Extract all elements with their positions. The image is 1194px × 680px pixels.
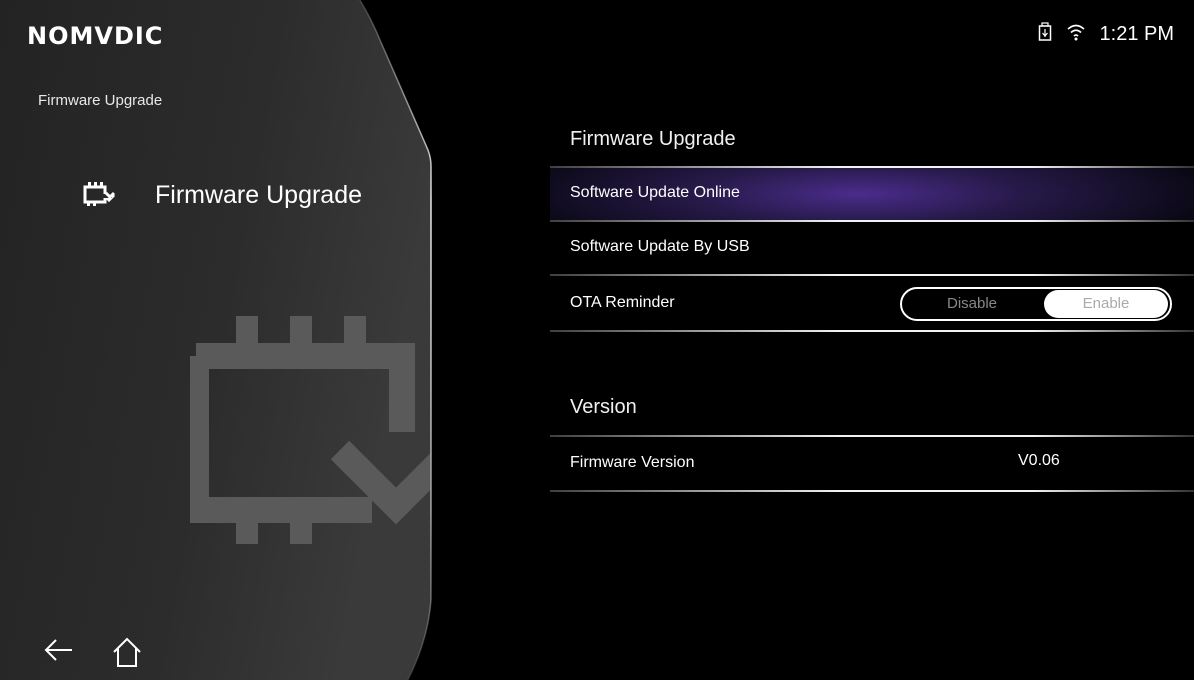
breadcrumb: Firmware Upgrade — [38, 92, 163, 109]
divider — [550, 435, 1194, 437]
item-label: Software Update By USB — [570, 238, 750, 255]
software-update-by-usb-item[interactable]: Software Update By USB — [550, 222, 1194, 274]
toggle-option-enable[interactable]: Enable — [1044, 290, 1168, 318]
item-label: Software Update Online — [570, 184, 740, 201]
brand-logo: NOMVDIC — [27, 22, 164, 50]
menu-item-label: Firmware Upgrade — [155, 181, 363, 209]
firmware-version-row: Firmware Version V0.06 — [550, 438, 1194, 490]
menu-item-firmware-upgrade[interactable]: Firmware Upgrade — [80, 172, 410, 218]
back-arrow-icon[interactable] — [42, 638, 74, 667]
projector-settings-screen: NOMVDIC Firmware Upgrade Firmware Upgrad… — [0, 0, 1194, 680]
divider — [550, 274, 1194, 276]
settings-panel: Firmware Upgrade Software Update Online … — [550, 0, 1194, 680]
home-icon[interactable] — [110, 636, 144, 673]
section-title-version: Version — [570, 396, 637, 418]
ota-reminder-label: OTA Reminder — [570, 294, 675, 311]
firmware-version-value: V0.06 — [1018, 452, 1060, 469]
firmware-upgrade-icon — [82, 180, 118, 215]
ota-reminder-row: OTA Reminder Disable Enable — [550, 278, 1194, 330]
left-panel: NOMVDIC Firmware Upgrade Firmware Upgrad… — [0, 0, 462, 680]
divider — [550, 490, 1194, 492]
ota-reminder-toggle[interactable]: Disable Enable — [900, 287, 1172, 321]
divider — [550, 330, 1194, 332]
toggle-option-disable[interactable]: Disable — [910, 289, 1034, 319]
section-title-firmware-upgrade: Firmware Upgrade — [570, 128, 736, 150]
software-update-online-item[interactable]: Software Update Online — [550, 168, 1194, 220]
firmware-version-label: Firmware Version — [570, 454, 695, 471]
firmware-upgrade-large-icon — [183, 312, 462, 553]
